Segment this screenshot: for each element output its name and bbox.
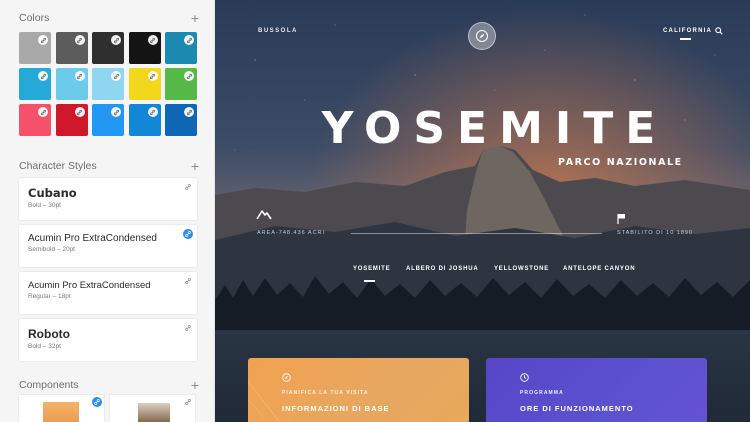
established-stat: STABILITO DI 10 1890 (617, 230, 694, 236)
link-icon[interactable] (183, 323, 193, 333)
character-style-card[interactable]: Roboto Bold – 32pt (19, 319, 197, 361)
park-tabs: YOSEMITE ALBERO DI JOSHUA YELLOWSTONE AN… (215, 266, 750, 286)
color-swatch[interactable] (128, 104, 161, 136)
character-styles-header: Character Styles + (19, 158, 199, 174)
schedule-card[interactable]: PROGRAMMA ORE DI FUNZIONAMENTO (486, 358, 707, 422)
tab-antelope-canyon[interactable]: ANTELOPE CANYON (563, 266, 635, 272)
card-kicker: PIANIFICA LA TUA VISITA (282, 390, 369, 396)
link-icon[interactable] (74, 35, 85, 45)
link-icon[interactable] (184, 71, 194, 81)
link-icon[interactable] (184, 107, 194, 117)
color-swatch[interactable] (92, 104, 124, 136)
character-style-card[interactable]: Cubano Bold – 30pt (19, 178, 197, 220)
component-list (19, 395, 199, 422)
color-swatch[interactable] (128, 32, 161, 64)
color-swatch[interactable] (19, 32, 51, 64)
clock-icon (520, 373, 529, 382)
color-swatch[interactable] (19, 104, 51, 136)
add-character-style-button[interactable]: + (191, 159, 199, 173)
character-style-name: Cubano (28, 186, 77, 200)
link-icon[interactable] (74, 71, 85, 81)
link-icon[interactable] (183, 397, 193, 407)
character-style-card[interactable]: Acumin Pro ExtraCondensed Regular – 18pt (19, 272, 197, 314)
link-icon[interactable] (183, 182, 193, 192)
component-tile[interactable] (110, 395, 195, 422)
region-underline (680, 38, 691, 40)
hero-subtitle: PARCO NAZIONALE (558, 157, 683, 168)
character-style-meta: Bold – 32pt (28, 343, 61, 350)
color-swatch[interactable] (19, 68, 51, 100)
search-icon[interactable] (715, 27, 723, 35)
mountain-icon (256, 210, 272, 220)
link-icon[interactable] (111, 35, 121, 45)
character-style-meta: Semibold – 20pt (28, 246, 75, 253)
link-icon[interactable] (147, 35, 158, 45)
color-swatch[interactable] (92, 68, 124, 100)
tab-yellowstone[interactable]: YELLOWSTONE (494, 266, 549, 272)
design-canvas: BUSSOLA CALIFORNIA YOSEMITE PARCO NAZION… (215, 0, 750, 422)
color-swatch[interactable] (165, 32, 197, 64)
flag-icon (617, 214, 625, 224)
color-swatch[interactable] (165, 104, 197, 136)
component-tile[interactable] (19, 395, 104, 422)
link-icon[interactable] (111, 107, 121, 117)
add-component-button[interactable]: + (191, 378, 199, 392)
link-icon[interactable] (92, 397, 102, 407)
compass-logo[interactable] (468, 22, 496, 50)
link-icon[interactable] (183, 229, 193, 239)
link-icon[interactable] (111, 71, 121, 81)
link-icon[interactable] (183, 276, 193, 286)
add-color-button[interactable]: + (191, 11, 199, 25)
components-title: Components (19, 379, 79, 391)
link-icon[interactable] (184, 35, 194, 45)
compass-icon (476, 30, 488, 42)
plan-visit-card[interactable]: PIANIFICA LA TUA VISITA INFORMAZIONI DI … (248, 358, 469, 422)
color-swatch[interactable] (55, 104, 88, 136)
app-window: Colors + Character Styles + Cubano Bold –… (0, 0, 750, 422)
character-style-name: Acumin Pro ExtraCondensed (28, 233, 157, 244)
colors-title: Colors (19, 12, 50, 24)
link-icon[interactable] (74, 107, 85, 117)
compass-icon (282, 373, 291, 382)
cc-libraries-panel: Colors + Character Styles + Cubano Bold –… (0, 0, 215, 422)
colors-section-header: Colors + (19, 10, 199, 26)
character-style-meta: Bold – 30pt (28, 202, 61, 209)
character-style-meta: Regular – 18pt (28, 293, 71, 300)
link-icon[interactable] (147, 71, 158, 81)
top-navigation: BUSSOLA CALIFORNIA (215, 0, 750, 70)
area-stat: AREA-748.436 ACRI (257, 230, 326, 236)
link-icon[interactable] (38, 35, 48, 45)
color-swatch[interactable] (55, 68, 88, 100)
active-tab-indicator (364, 280, 375, 282)
components-header: Components + (19, 377, 199, 393)
character-style-card[interactable]: Acumin Pro ExtraCondensed Semibold – 20pt (19, 225, 197, 267)
card-title: ORE DI FUNZIONAMENTO (520, 404, 634, 413)
character-style-name: Roboto (28, 327, 70, 341)
region-selector[interactable]: CALIFORNIA (663, 28, 712, 34)
character-styles-title: Character Styles (19, 160, 97, 172)
link-icon[interactable] (38, 107, 48, 117)
component-thumbnail (43, 402, 79, 422)
color-swatch[interactable] (128, 68, 161, 100)
stat-divider (351, 233, 602, 234)
link-icon[interactable] (38, 71, 48, 81)
color-swatch[interactable] (165, 68, 197, 100)
color-swatch[interactable] (92, 32, 124, 64)
card-kicker: PROGRAMMA (520, 390, 564, 396)
brand-name[interactable]: BUSSOLA (258, 28, 298, 34)
color-swatch-grid (19, 32, 197, 136)
component-thumbnail (138, 403, 170, 422)
hero-title: YOSEMITE (321, 103, 668, 154)
color-swatch[interactable] (55, 32, 88, 64)
tab-albero-di-joshua[interactable]: ALBERO DI JOSHUA (406, 266, 478, 272)
card-title: INFORMAZIONI DI BASE (282, 404, 390, 413)
link-icon[interactable] (147, 107, 158, 117)
tab-yosemite[interactable]: YOSEMITE (353, 266, 390, 272)
character-style-name: Acumin Pro ExtraCondensed (28, 280, 151, 291)
